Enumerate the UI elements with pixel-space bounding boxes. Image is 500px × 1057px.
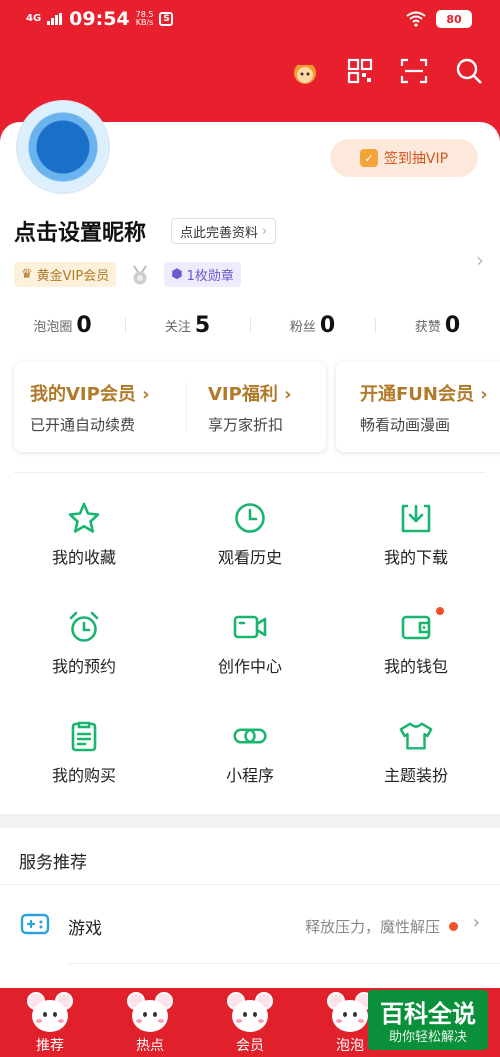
wifi-icon	[406, 11, 426, 27]
mouse-mascot-icon	[227, 992, 273, 1034]
tshirt-icon	[398, 718, 434, 754]
section-divider	[14, 472, 486, 473]
grid-item-reservations[interactable]: 我的预约	[1, 609, 167, 699]
gamepad-icon	[20, 913, 50, 935]
section-gap	[0, 814, 500, 828]
mouse-mascot-icon	[27, 992, 73, 1034]
grid-item-downloads[interactable]: 我的下载	[333, 500, 499, 590]
vip-card-group: 我的VIP会员 › 已开通自动续费 VIP福利 › 享万家折扣	[14, 362, 326, 452]
signin-vip-button[interactable]: ✓ 签到抽VIP	[330, 139, 478, 177]
vip-divider	[186, 382, 187, 432]
stat-bubble-circle[interactable]: 泡泡圈 0	[0, 310, 125, 340]
badges-row: ♛ 黄金VIP会员 ⬢ 1枚勋章	[14, 262, 241, 287]
tab-recommend[interactable]: 推荐	[0, 988, 100, 1057]
services-section: 服务推荐 游戏 释放压力，魔性解压 ›	[0, 828, 500, 988]
scan-icon[interactable]	[399, 56, 429, 86]
service-notification-dot	[449, 922, 458, 931]
services-title: 服务推荐	[19, 853, 87, 873]
battery-indicator: 80	[436, 10, 472, 28]
grid-item-favorites[interactable]: 我的收藏	[1, 500, 167, 590]
alarm-icon	[66, 609, 102, 645]
download-icon	[398, 500, 434, 536]
grid-item-history[interactable]: 观看历史	[167, 500, 333, 590]
hexagon-star-icon: ⬢	[171, 267, 183, 282]
level-medal-icon[interactable]	[128, 263, 152, 287]
mouse-mascot-icon	[127, 992, 173, 1034]
search-icon[interactable]	[454, 56, 484, 86]
grid-item-purchases[interactable]: 我的购买	[1, 718, 167, 808]
services-divider	[0, 884, 500, 885]
qr-code-icon[interactable]	[345, 56, 375, 86]
grid-item-theme[interactable]: 主题装扮	[333, 718, 499, 808]
status-bar: 4G 09:54 78.5 KB/s S 80	[0, 0, 500, 40]
mouse-mascot-icon	[327, 992, 373, 1034]
grid-item-creator-center[interactable]: 创作中心	[167, 609, 333, 699]
network-speed: 78.5 KB/s	[135, 10, 154, 27]
grid-item-wallet[interactable]: 我的钱包	[333, 607, 499, 699]
app-notification-icon: S	[159, 12, 174, 26]
video-camera-icon	[232, 609, 268, 645]
fun-vip-card[interactable]: 开通FUN会员 › 畅看动画漫画	[336, 362, 500, 452]
signal-icon	[47, 13, 63, 25]
service-item-games[interactable]: 游戏 释放压力，魔性解压 ›	[0, 902, 500, 948]
chevron-right-icon: ›	[262, 223, 268, 239]
wallet-notification-dot	[436, 607, 444, 615]
calendar-check-icon: ✓	[359, 149, 378, 167]
stats-row: 泡泡圈 0 关注 5 粉丝 0 获赞 0	[0, 310, 500, 340]
stat-following[interactable]: 关注 5	[125, 310, 250, 340]
status-time: 09:54	[69, 8, 130, 30]
network-indicator: 4G	[26, 13, 42, 24]
avatar[interactable]	[16, 100, 110, 194]
mascot-icon[interactable]	[290, 56, 320, 86]
chevron-right-icon: ›	[472, 912, 480, 933]
nickname[interactable]: 点击设置昵称	[14, 215, 146, 247]
complete-profile-button[interactable]: 点此完善资料 ›	[171, 218, 277, 244]
watermark-logo: 百科全说 助你轻松解决	[368, 990, 488, 1050]
clock-icon	[232, 500, 268, 536]
tab-vip[interactable]: 会员	[200, 988, 300, 1057]
vip-level-badge[interactable]: ♛ 黄金VIP会员	[14, 262, 117, 287]
stat-likes[interactable]: 获赞 0	[375, 310, 500, 340]
tab-hot[interactable]: 热点	[100, 988, 200, 1057]
link-icon	[232, 718, 268, 754]
wallet-icon	[398, 609, 434, 645]
stat-followers[interactable]: 粉丝 0	[250, 310, 375, 340]
services-divider	[68, 963, 500, 964]
clipboard-icon	[66, 718, 102, 754]
medal-badge[interactable]: ⬢ 1枚勋章	[164, 262, 241, 287]
profile-chevron-icon[interactable]: ›	[476, 248, 484, 272]
crown-icon: ♛	[21, 267, 33, 282]
star-icon	[66, 500, 102, 536]
grid-item-mini-programs[interactable]: 小程序	[167, 718, 333, 808]
